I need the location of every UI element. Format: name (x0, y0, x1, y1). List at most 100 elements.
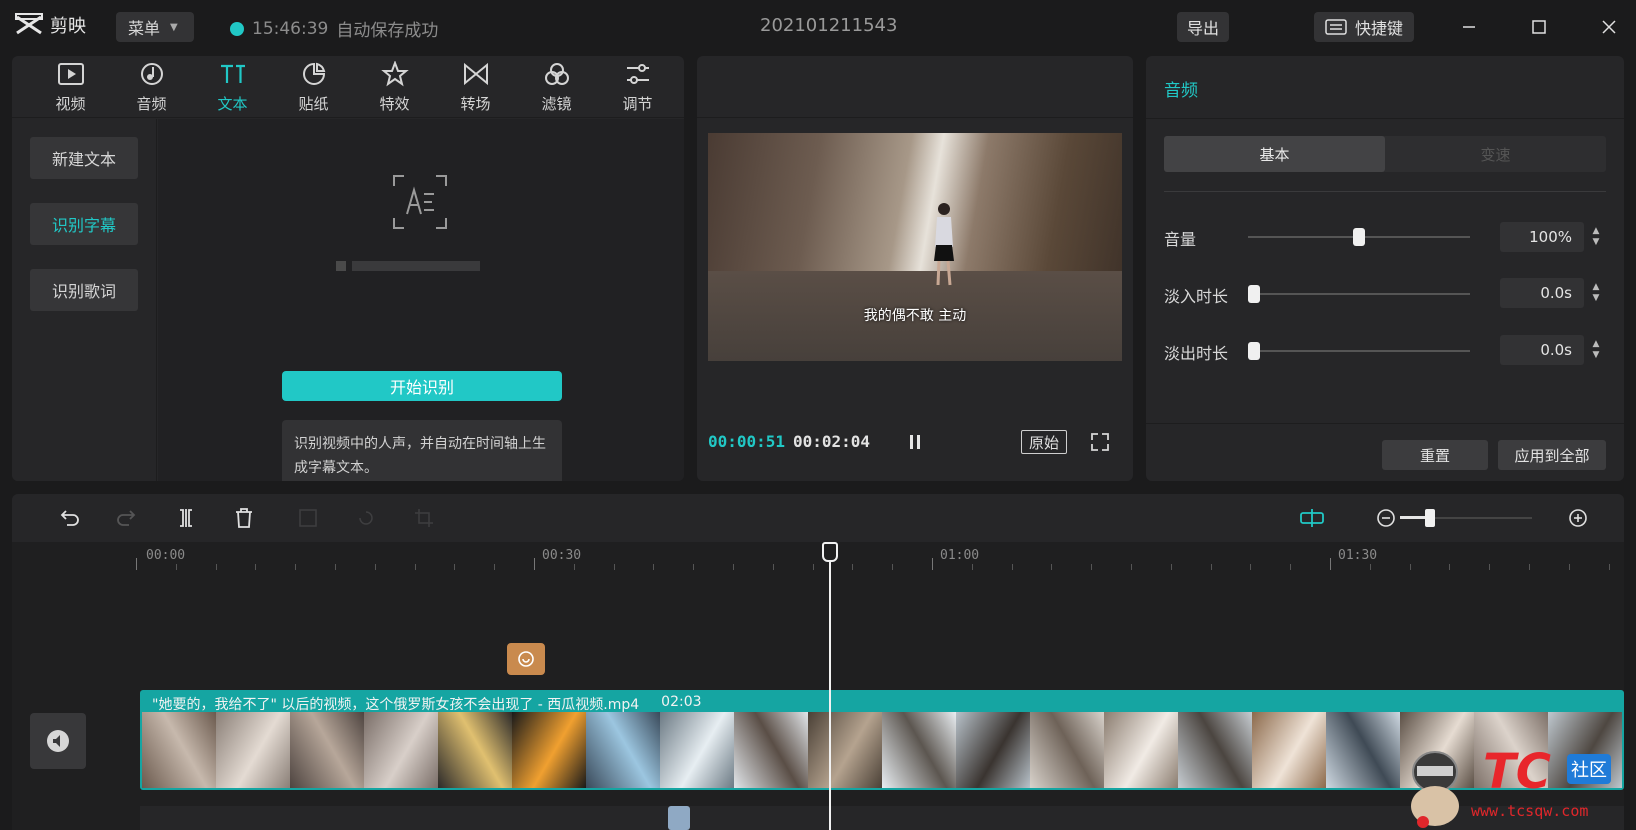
filter-icon (544, 62, 569, 85)
tab-adjust[interactable]: 调节 (597, 56, 678, 118)
apply-all-button[interactable]: 应用到全部 (1498, 440, 1606, 470)
clip-thumbnail (586, 712, 660, 788)
export-button[interactable]: 导出 (1177, 12, 1229, 42)
playhead[interactable] (829, 550, 831, 830)
reset-button[interactable]: 重置 (1382, 440, 1488, 470)
clip-thumbnail (1252, 712, 1326, 788)
fade-out-stepper[interactable]: ▲ ▼ (1588, 335, 1604, 365)
zoom-out-button[interactable] (1372, 504, 1400, 532)
audio-icon (140, 62, 163, 85)
ruler-tick (175, 564, 177, 570)
fade-in-slider[interactable] (1248, 285, 1470, 303)
fade-out-value[interactable]: 0.0s (1500, 335, 1584, 365)
tab-filter[interactable]: 滤镜 (516, 56, 597, 118)
trash-icon (236, 508, 252, 528)
playhead-handle[interactable] (822, 542, 838, 562)
chevron-down-icon[interactable]: ▼ (1593, 237, 1600, 248)
pause-button[interactable] (901, 428, 929, 456)
ruler-tick (932, 558, 933, 570)
timeline: 00:00 00:30 01:00 01:30 "她要的，我给不了" 以后的视频… (12, 494, 1624, 830)
media-tabs: 视频 音频 文本 贴纸 特效 转场 滤镜 调节 (12, 56, 684, 118)
tab-effects[interactable]: 特效 (354, 56, 435, 118)
tab-label: 音频 (136, 94, 167, 113)
fade-out-slider-thumb[interactable] (1248, 342, 1260, 360)
close-button[interactable] (1592, 12, 1626, 42)
save-status-icon (230, 21, 244, 36)
ruler-label: 01:00 (940, 548, 980, 563)
recognize-lyrics-button[interactable]: 识别歌词 (30, 269, 138, 311)
ruler-tick (454, 564, 456, 570)
chevron-down-icon[interactable]: ▼ (1593, 293, 1600, 304)
clip-thumbnail (438, 712, 512, 788)
tab-basic[interactable]: 基本 (1164, 136, 1385, 172)
minimize-button[interactable] (1452, 12, 1486, 42)
ruler-tick (1011, 564, 1013, 570)
ruler-label: 01:30 (1338, 548, 1378, 563)
chevron-up-icon[interactable]: ▲ (1593, 226, 1600, 237)
tab-label: 视频 (55, 94, 86, 113)
maximize-button[interactable] (1522, 12, 1556, 42)
clip-thumbnail (1104, 712, 1178, 788)
undo-button[interactable] (56, 504, 84, 532)
ruler-tick (534, 558, 535, 570)
menu-button[interactable]: 菜单 ▼ (116, 12, 194, 42)
clip-duration: 02:03 (661, 694, 702, 710)
clip-filename: "她要的，我给不了" 以后的视频，这个俄罗斯女孩不会出现了 - 西瓜视频.mp4 (152, 697, 640, 713)
watermark: TC 社区 www.tcsqw.com (1395, 742, 1635, 830)
zoom-out-icon (1377, 509, 1395, 527)
recognize-option[interactable] (336, 261, 480, 271)
recognize-subtitle-button[interactable]: 识别字幕 (30, 203, 138, 245)
chevron-up-icon[interactable]: ▲ (1593, 282, 1600, 293)
volume-stepper[interactable]: ▲ ▼ (1588, 222, 1604, 252)
chevron-down-icon[interactable]: ▼ (1593, 350, 1600, 361)
ruler-tick (1529, 564, 1530, 570)
track-handle[interactable] (668, 806, 690, 830)
fullscreen-button[interactable] (1088, 430, 1112, 454)
sticker-clip[interactable] (507, 643, 545, 675)
divider (1164, 191, 1606, 192)
fade-out-slider[interactable] (1248, 342, 1470, 360)
timeline-toolbar (12, 494, 1624, 542)
tab-label: 滤镜 (541, 94, 572, 113)
ruler-tick (374, 564, 376, 570)
crop-button[interactable] (410, 504, 438, 532)
chevron-up-icon[interactable]: ▲ (1593, 339, 1600, 350)
track-mute-button[interactable] (30, 713, 86, 769)
auto-snap-button[interactable] (1298, 504, 1326, 532)
audio-tabs: 基本 变速 (1164, 136, 1606, 172)
fade-in-value[interactable]: 0.0s (1500, 278, 1584, 308)
tab-transition[interactable]: 转场 (435, 56, 516, 118)
ruler-tick (1091, 564, 1093, 570)
clip-thumbnail (956, 712, 1030, 788)
shortcut-button[interactable]: 快捷键 (1314, 12, 1414, 42)
video-preview[interactable]: 我的偶不敢 主动 (708, 133, 1122, 361)
total-time: 00:02:04 (793, 432, 871, 451)
new-text-button[interactable]: 新建文本 (30, 137, 138, 179)
start-recognize-button[interactable]: 开始识别 (282, 371, 562, 401)
tab-video[interactable]: 视频 (30, 56, 111, 118)
tab-speed[interactable]: 变速 (1385, 136, 1606, 172)
volume-slider[interactable] (1248, 228, 1470, 246)
tab-audio[interactable]: 音频 (111, 56, 192, 118)
zoom-in-button[interactable] (1564, 504, 1592, 532)
volume-slider-thumb[interactable] (1353, 228, 1365, 246)
redo-button[interactable] (112, 504, 140, 532)
fade-in-slider-thumb[interactable] (1248, 285, 1260, 303)
keyboard-icon (1325, 19, 1347, 35)
delete-button[interactable] (230, 504, 258, 532)
tab-sticker[interactable]: 贴纸 (273, 56, 354, 118)
mascot-logo (1411, 751, 1459, 828)
reverse-button[interactable] (352, 504, 380, 532)
split-icon (180, 509, 192, 527)
ruler-tick (494, 564, 496, 570)
split-button[interactable] (172, 504, 200, 532)
aspect-original-button[interactable]: 原始 (1021, 430, 1067, 454)
fade-in-stepper[interactable]: ▲ ▼ (1588, 278, 1604, 308)
undo-icon (60, 510, 79, 526)
freeze-button[interactable] (294, 504, 322, 532)
tab-text[interactable]: 文本 (192, 56, 273, 118)
zoom-slider-thumb[interactable] (1425, 509, 1435, 527)
volume-value[interactable]: 100% (1500, 222, 1584, 252)
timeline-ruler[interactable]: 00:00 00:30 01:00 01:30 (12, 542, 1624, 570)
save-time: 15:46:39 (252, 18, 329, 39)
